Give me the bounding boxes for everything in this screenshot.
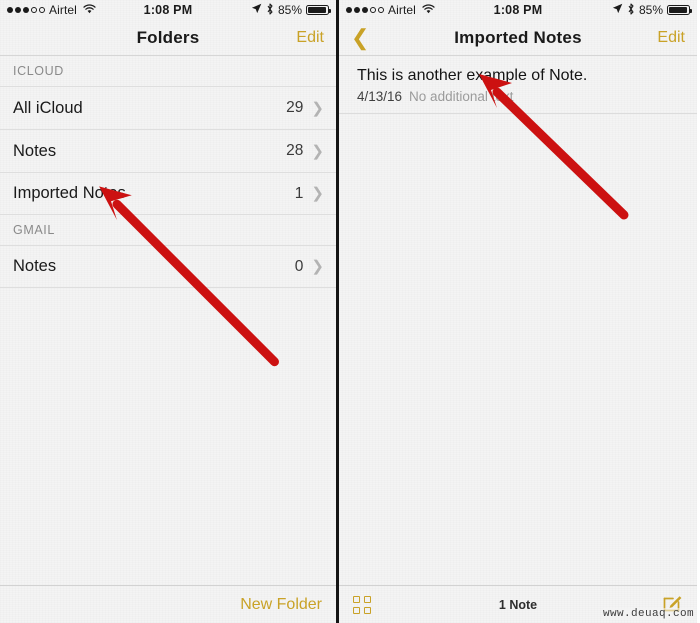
location-arrow-icon [612, 3, 623, 17]
note-date: 4/13/16 [357, 89, 403, 104]
chevron-right-icon: ❯ [311, 258, 324, 275]
folder-row-right: 1 ❯ [295, 185, 324, 203]
status-bar-right-group: 85% [251, 2, 331, 18]
note-list-item[interactable]: This is another example of Note. 4/13/16… [339, 56, 697, 114]
edit-button[interactable]: Edit [296, 29, 324, 47]
battery-percent-label: 85% [277, 3, 302, 17]
chevron-right-icon: ❯ [311, 99, 324, 117]
nav-bar-left: Folders Edit [0, 20, 336, 55]
bluetooth-icon [627, 2, 635, 18]
folder-row-right: 0 ❯ [295, 258, 324, 276]
section-header-gmail: GMAIL [13, 223, 55, 237]
grid-view-icon[interactable] [353, 595, 371, 614]
section-header-icloud: ICLOUD [13, 64, 64, 78]
bottom-toolbar-left: New Folder [0, 585, 336, 623]
location-arrow-icon [251, 3, 262, 17]
nav-divider [0, 55, 336, 56]
chevron-right-icon: ❯ [311, 142, 324, 160]
dual-screenshot-comparison: Airtel 1:08 PM 85% Folders Edit ICLOUD A… [0, 0, 700, 623]
status-bar-right-group: 85% [612, 2, 692, 18]
nav-bar-right: ❮ Imported Notes Edit [339, 20, 697, 55]
folder-count: 1 [294, 184, 304, 202]
new-folder-button[interactable]: New Folder [240, 596, 322, 614]
battery-percent-label: 85% [638, 3, 663, 17]
folder-name: Imported Notes [13, 184, 126, 202]
edit-button[interactable]: Edit [657, 29, 685, 47]
note-subtitle: No additional text [409, 89, 514, 104]
chevron-left-icon[interactable]: ❮ [351, 26, 369, 49]
folder-count: 28 [286, 142, 304, 159]
folder-name: All iCloud [13, 98, 83, 117]
folder-row-right: 29 ❯ [286, 99, 324, 117]
folder-row-notes-icloud[interactable]: Notes 28 ❯ [0, 129, 336, 172]
status-bar-right: Airtel 1:08 PM 85% [339, 0, 697, 20]
status-bar-left: Airtel 1:08 PM 85% [0, 0, 336, 20]
left-phone-screen: Airtel 1:08 PM 85% Folders Edit ICLOUD A… [0, 0, 339, 623]
note-title: This is another example of Note. [357, 67, 588, 84]
folder-row-notes-gmail[interactable]: Notes 0 ❯ [0, 245, 336, 288]
folder-name: Notes [13, 257, 57, 275]
nav-divider [339, 55, 697, 56]
page-title: Folders [136, 27, 200, 47]
battery-icon [667, 5, 692, 15]
folder-row-right: 28 ❯ [286, 142, 324, 160]
notes-list: This is another example of Note. 4/13/16… [339, 56, 697, 114]
watermark: www.deuaq.com [602, 608, 694, 620]
right-phone-screen: Airtel 1:08 PM 85% ❮ Imported Notes Edit… [339, 0, 697, 623]
chevron-right-icon: ❯ [311, 185, 324, 202]
folder-count: 0 [294, 257, 304, 275]
page-title: Imported Notes [454, 27, 582, 47]
battery-icon [306, 5, 331, 15]
bluetooth-icon [266, 2, 274, 18]
folder-row-all-icloud[interactable]: All iCloud 29 ❯ [0, 86, 336, 129]
folder-row-imported-notes[interactable]: Imported Notes 1 ❯ [0, 172, 336, 215]
folder-name: Notes [13, 141, 57, 160]
folder-count: 29 [286, 99, 304, 116]
note-meta: 4/13/16 No additional text [357, 89, 683, 104]
folders-list: ICLOUD All iCloud 29 ❯ Notes 28 ❯ Import… [0, 56, 336, 288]
